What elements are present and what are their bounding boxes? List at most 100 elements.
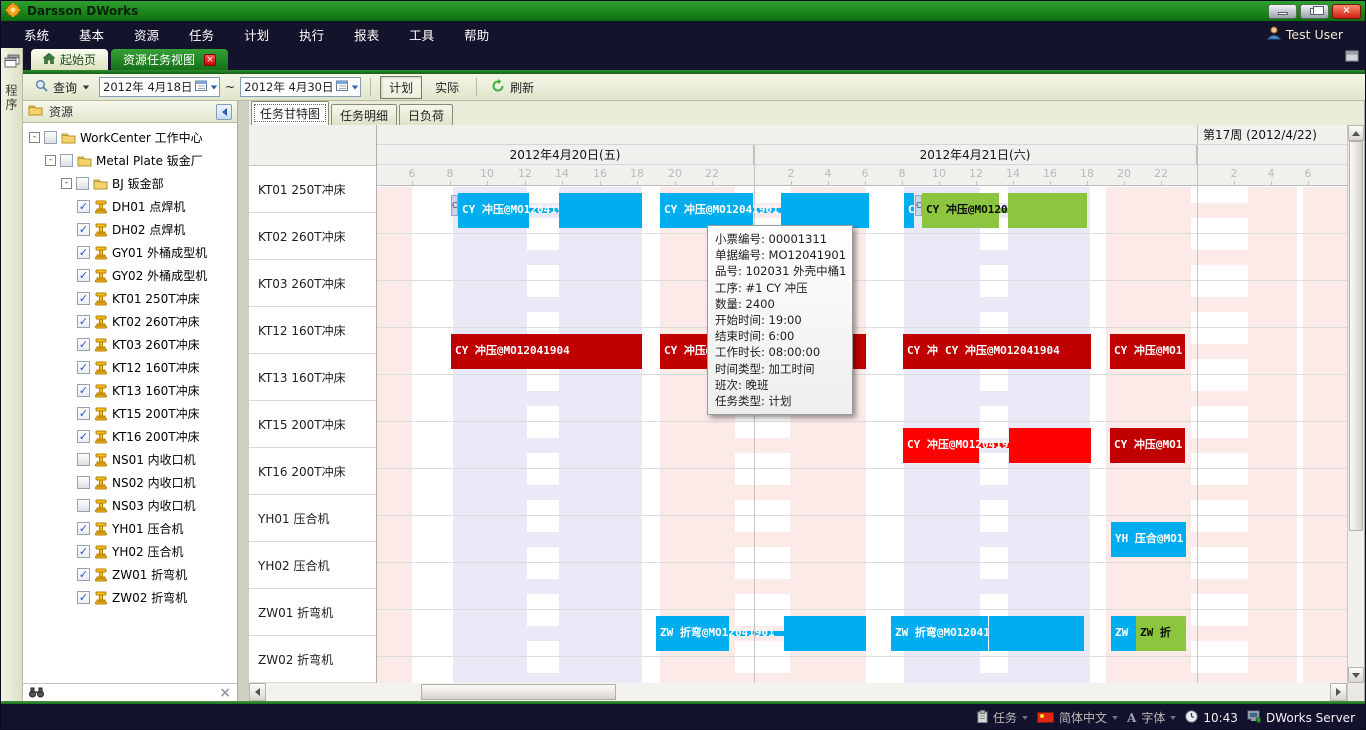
tab-resource-task-view[interactable]: 资源任务视图 × [111,49,228,70]
menu-item-4[interactable]: 任务 [174,25,229,44]
checkbox-checked[interactable]: ✓ [77,384,90,397]
checkbox[interactable] [44,131,57,144]
task-bar[interactable]: CY 冲压@MO12041901 [660,193,753,228]
restore-button[interactable] [1300,4,1329,19]
tree-item[interactable]: ✓KT16 200T冲床 [23,425,237,448]
side-strip-program[interactable]: 程序 [1,48,23,701]
menu-item-8[interactable]: 工具 [394,25,449,44]
gantt-tab-2[interactable]: 任务明细 [331,104,397,125]
gantt-viewport[interactable]: 第17周 (2012/4/22) 2012年4月20日(五)2012年4月21日… [377,125,1347,683]
checkbox-checked[interactable]: ✓ [77,200,90,213]
tree-item[interactable]: ✓GY01 外桶成型机 [23,241,237,264]
task-bar[interactable]: ZW 折弯@MO12041901 [656,616,729,651]
date-from-dropdown-icon[interactable] [211,85,217,89]
task-bar[interactable]: CY 冲压@MO12041904 [941,334,1091,369]
tree-item[interactable]: ✓ZW02 折弯机 [23,586,237,609]
checkbox-checked[interactable]: ✓ [77,315,90,328]
horizontal-scroll-thumb[interactable] [421,684,616,700]
task-bar[interactable]: YH 压合@MO1 [1111,522,1186,557]
checkbox-unchecked[interactable] [77,476,90,489]
task-bar[interactable] [1008,193,1087,228]
query-button[interactable]: 查询 [31,77,94,98]
checkbox-unchecked[interactable] [77,453,90,466]
tree-group[interactable]: -BJ 钣金部 [23,172,237,195]
scroll-up-button[interactable] [1348,125,1364,141]
vertical-scroll-thumb[interactable] [1349,141,1363,531]
tab-list-icon[interactable] [1345,47,1359,66]
gantt-tab-1[interactable]: 任务甘特图 [251,101,329,125]
task-bar[interactable]: CY 冲压@MO12041903 [903,428,979,463]
checkbox-checked[interactable]: ✓ [77,246,90,259]
task-bar[interactable]: ZW [1111,616,1136,651]
checkbox[interactable] [76,177,89,190]
date-to-field[interactable]: 2012年 4月30日 [240,77,361,97]
expander-minus-icon[interactable]: - [45,155,56,166]
checkbox-checked[interactable]: ✓ [77,522,90,535]
status-language[interactable]: 简体中文 [1037,709,1118,726]
task-bar[interactable]: ZW 折 [1136,616,1186,651]
checkbox-checked[interactable]: ✓ [77,568,90,581]
menu-item-1[interactable]: 系统 [9,25,64,44]
scroll-left-button[interactable] [249,683,266,701]
collapse-panel-button[interactable] [216,104,232,120]
tree-item[interactable]: NS02 内收口机 [23,471,237,494]
binoculars-icon[interactable] [29,683,44,702]
menu-item-3[interactable]: 资源 [119,25,174,44]
checkbox-unchecked[interactable] [77,499,90,512]
tree-item[interactable]: NS01 内收口机 [23,448,237,471]
task-bar[interactable]: CY 冲压@MO12041901 [458,193,529,228]
tree-item[interactable]: ✓KT02 260T冲床 [23,310,237,333]
refresh-button[interactable]: 刷新 [486,77,539,98]
task-bar[interactable]: CY 冲压@MO1 [1110,428,1185,463]
panel-splitter[interactable] [238,101,249,701]
tree-item[interactable]: ✓KT01 250T冲床 [23,287,237,310]
expander-minus-icon[interactable]: - [61,178,72,189]
tree-item[interactable]: ✓KT12 160T冲床 [23,356,237,379]
task-bar[interactable]: CY 冲压@MO12041902 [922,193,999,228]
tree-item[interactable]: ✓KT03 260T冲床 [23,333,237,356]
menu-item-6[interactable]: 执行 [284,25,339,44]
tree-item[interactable]: ✓KT15 200T冲床 [23,402,237,425]
menu-item-7[interactable]: 报表 [339,25,394,44]
tree-item[interactable]: ✓DH02 点焊机 [23,218,237,241]
tab-start-page[interactable]: 起始页 [31,49,108,70]
checkbox-checked[interactable]: ✓ [77,545,90,558]
horizontal-scrollbar[interactable] [249,683,1347,701]
vertical-scrollbar[interactable] [1347,125,1364,683]
menu-item-9[interactable]: 帮助 [449,25,504,44]
status-task-menu[interactable]: 任务 [977,709,1028,726]
checkbox-checked[interactable]: ✓ [77,223,90,236]
tree-item[interactable]: ✓DH01 点焊机 [23,195,237,218]
task-bar[interactable] [559,193,642,228]
date-from-field[interactable]: 2012年 4月18日 [99,77,220,97]
scroll-down-button[interactable] [1348,667,1364,683]
status-font[interactable]: A 字体 [1127,709,1176,726]
task-bar[interactable]: CY 冲 [903,334,941,369]
tab-close-icon[interactable]: × [204,54,216,66]
checkbox-checked[interactable]: ✓ [77,361,90,374]
tree-group[interactable]: -WorkCenter 工作中心 [23,126,237,149]
tree-item[interactable]: ✓YH01 压合机 [23,517,237,540]
checkbox-checked[interactable]: ✓ [77,338,90,351]
task-bar[interactable] [989,616,1084,651]
user-badge[interactable]: Test User [1267,26,1357,43]
task-bar[interactable] [781,193,869,228]
checkbox-checked[interactable]: ✓ [77,292,90,305]
close-button[interactable]: × [1332,4,1361,19]
task-bar[interactable]: CY 冲压@MO1 [1110,334,1185,369]
checkbox[interactable] [60,154,73,167]
gantt-tab-3[interactable]: 日负荷 [399,104,453,125]
expander-minus-icon[interactable]: - [29,132,40,143]
scroll-right-button[interactable] [1330,683,1347,701]
tree-item[interactable]: ✓KT13 160T冲床 [23,379,237,402]
date-to-dropdown-icon[interactable] [352,85,358,89]
plan-toggle-button[interactable]: 计划 [380,76,422,99]
tree-item[interactable]: ✓YH02 压合机 [23,540,237,563]
task-bar[interactable]: ZW 折弯@MO12041901 [891,616,988,651]
task-bar[interactable] [1009,428,1091,463]
minimize-button[interactable] [1268,4,1297,19]
checkbox-checked[interactable]: ✓ [77,269,90,282]
tree-item[interactable]: ✓GY02 外桶成型机 [23,264,237,287]
menu-item-5[interactable]: 计划 [229,25,284,44]
checkbox-checked[interactable]: ✓ [77,430,90,443]
